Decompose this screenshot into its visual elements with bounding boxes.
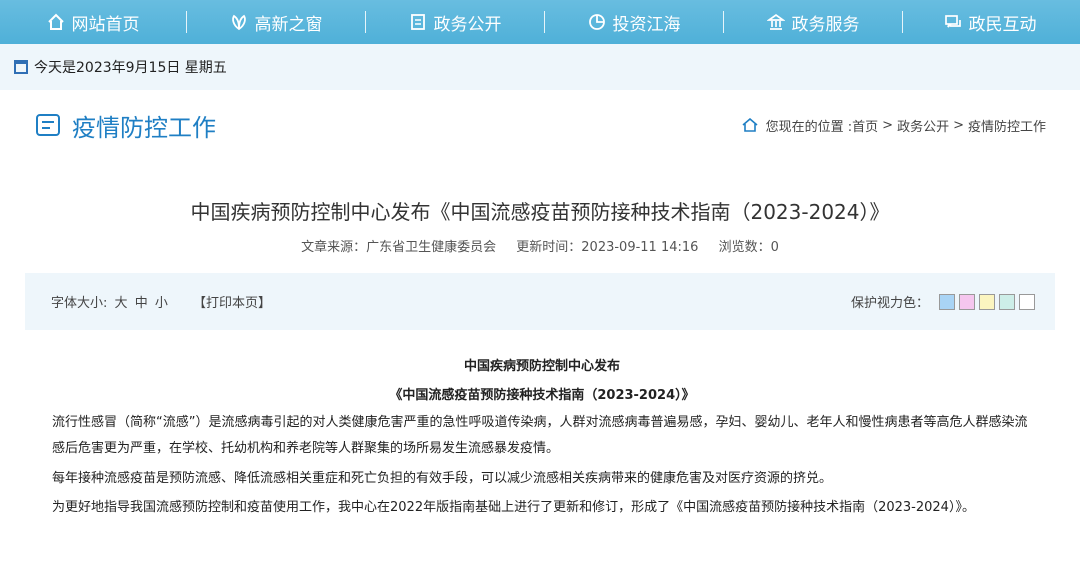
breadcrumb-gov-open[interactable]: 政务公开: [897, 116, 949, 135]
breadcrumb-separator: >: [882, 117, 894, 133]
body-paragraph: 为更好地指导我国流感预防控制和疫苗使用工作，我中心在2022年版指南基础上进行了…: [52, 500, 975, 515]
nav-item-interaction[interactable]: 政民互动: [903, 0, 1077, 44]
font-small-button[interactable]: 小: [155, 296, 168, 311]
eye-color-blue[interactable]: [939, 293, 955, 310]
nav-item-gov-open[interactable]: 政务公开: [366, 0, 544, 44]
article-views: 浏览数：0: [718, 240, 779, 255]
article-meta: 文章来源：广东省卫生健康委员会 更新时间：2023-09-11 14:16 浏览…: [0, 236, 1080, 255]
nav-item-hitech[interactable]: 高新之窗: [187, 0, 365, 44]
breadcrumb: 您现在的位置 : 首页 > 政务公开 > 疫情防控工作: [738, 116, 1046, 135]
home-icon: [742, 117, 758, 132]
breadcrumb-home[interactable]: 首页: [852, 116, 878, 135]
body-paragraph: 流行性感冒（简称“流感”）是流感病毒引起的对人类健康危害严重的急性呼吸道传染病，…: [52, 415, 1028, 456]
body-subheading: 《中国流感疫苗预防接种技术指南（2023-2024）》: [389, 388, 695, 403]
eye-color-yellow[interactable]: [979, 293, 995, 310]
font-large-button[interactable]: 大: [115, 296, 128, 311]
breadcrumb-prefix: 您现在的位置 :: [765, 119, 853, 135]
eye-color-green[interactable]: [999, 293, 1015, 310]
pie-chart-icon: [588, 13, 606, 31]
body-paragraph: 每年接种流感疫苗是预防流感、降低流感相关重症和死亡负担的有效手段，可以减少流感相…: [52, 471, 833, 486]
article-title: 中国疾病预防控制中心发布《中国流感疫苗预防接种技术指南（2023-2024）》: [190, 200, 890, 224]
eye-color-pink[interactable]: [959, 293, 975, 310]
building-icon: [765, 13, 786, 31]
home-icon: [47, 13, 65, 31]
document-icon: [409, 13, 427, 31]
font-size-control: 字体大小: 大 中 小 【打印本页】: [51, 292, 274, 311]
font-size-label: 字体大小:: [51, 296, 108, 311]
article-body: 中国疾病预防控制中心发布 《中国流感疫苗预防接种技术指南（2023-2024）》…: [52, 354, 1032, 521]
eye-care-label: 保护视力色：: [850, 296, 929, 311]
article-source: 文章来源：广东省卫生健康委员会: [301, 240, 497, 255]
section-title: 疫情防控工作: [36, 108, 216, 143]
list-icon: [36, 114, 60, 136]
breadcrumb-separator: >: [953, 117, 964, 133]
nav-item-label: 网站首页: [71, 14, 140, 35]
date-text: 今天是2023年9月15日 星期五: [34, 60, 227, 76]
nav-item-invest[interactable]: 投资江海: [545, 0, 723, 44]
body-heading: 中国疾病预防控制中心发布: [463, 359, 620, 374]
section-header: 疫情防控工作 您现在的位置 : 首页 > 政务公开 > 疫情防控工作: [0, 90, 1080, 160]
nav-item-label: 投资江海: [612, 14, 681, 35]
print-button[interactable]: 【打印本页】: [193, 296, 271, 311]
article-updated: 更新时间：2023-09-11 14:16: [516, 240, 699, 255]
article-toolbar: 字体大小: 大 中 小 【打印本页】 保护视力色：: [25, 273, 1055, 330]
nav-item-label: 政务公开: [433, 14, 502, 35]
chat-icon: [944, 13, 962, 31]
section-title-text: 疫情防控工作: [72, 113, 216, 142]
eye-color-white[interactable]: [1019, 293, 1035, 310]
date-bar: 今天是2023年9月15日 星期五: [0, 44, 1080, 90]
calendar-icon: [14, 60, 28, 74]
nav-item-gov-service[interactable]: 政务服务: [724, 0, 902, 44]
leaf-icon: [230, 13, 248, 31]
nav-item-label: 政务服务: [791, 14, 860, 35]
font-medium-button[interactable]: 中: [135, 296, 148, 311]
nav-item-label: 高新之窗: [254, 14, 323, 35]
nav-item-label: 政民互动: [968, 14, 1037, 35]
nav-item-home[interactable]: 网站首页: [0, 0, 186, 44]
top-nav-bar: 网站首页 高新之窗 政务公开 投资江海 政务服务 政民互动: [0, 0, 1080, 44]
eye-care-colors: 保护视力色：: [851, 292, 1035, 311]
breadcrumb-current[interactable]: 疫情防控工作: [968, 116, 1046, 135]
